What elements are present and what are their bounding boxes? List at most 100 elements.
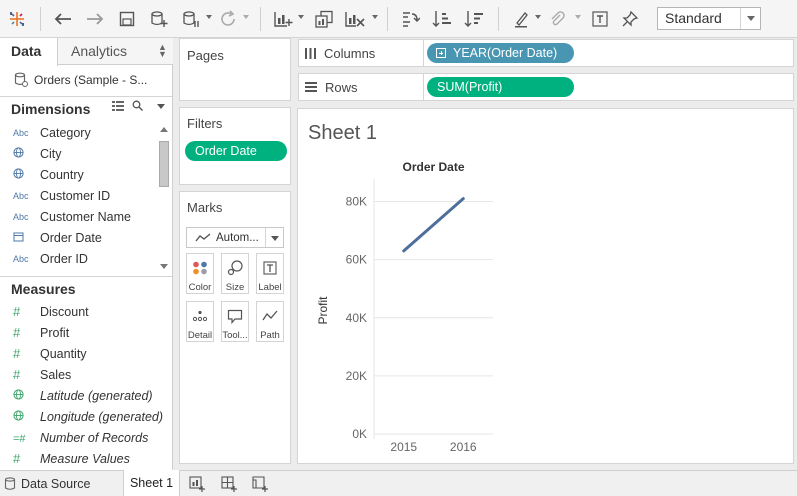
mark-type-select[interactable]: Autom... xyxy=(186,227,284,248)
attach-icon[interactable] xyxy=(546,6,568,32)
field-item[interactable]: # Measure Values xyxy=(0,448,158,469)
number-type-icon: # xyxy=(13,451,21,466)
marks-color-button[interactable]: Color xyxy=(186,253,214,294)
field-item[interactable]: Abc Customer ID xyxy=(0,185,158,206)
columns-pill-label: YEAR(Order Date) xyxy=(453,46,558,60)
text-label-icon[interactable] xyxy=(589,6,611,32)
save-icon[interactable] xyxy=(116,6,138,32)
new-story-tab-icon[interactable] xyxy=(252,476,268,495)
pin-icon[interactable] xyxy=(619,6,641,32)
field-item[interactable]: Abc Order ID xyxy=(0,248,158,269)
field-item[interactable]: Abc Customer Name xyxy=(0,206,158,227)
marks-color-label: Color xyxy=(188,282,212,293)
field-item[interactable]: Latitude (generated) xyxy=(0,385,158,406)
field-item[interactable]: City xyxy=(0,143,158,164)
columns-pill-year-order-date[interactable]: YEAR(Order Date) xyxy=(427,43,574,63)
swap-icon[interactable] xyxy=(398,6,422,32)
field-label: Customer ID xyxy=(40,188,111,203)
highlight-icon[interactable] xyxy=(510,6,532,32)
string-type-icon: Abc xyxy=(13,127,29,138)
datasource-name: Orders (Sample - S... xyxy=(34,73,148,87)
field-label: Number of Records xyxy=(40,430,149,445)
tab-sheet-1[interactable]: Sheet 1 xyxy=(123,470,180,496)
scroll-thumb[interactable] xyxy=(159,141,169,187)
string-type-icon: Abc xyxy=(13,211,29,222)
rows-shelf[interactable]: Rows SUM(Profit) xyxy=(298,73,794,101)
sheet-tab-bar: Data Source Sheet 1 xyxy=(0,470,797,496)
field-item[interactable]: # Discount xyxy=(0,301,158,322)
dimensions-menu-icon[interactable] xyxy=(157,104,165,109)
expand-plus-icon[interactable] xyxy=(436,48,446,58)
number-type-icon: # xyxy=(13,367,21,382)
marks-path-label: Path xyxy=(260,330,280,341)
sort-ascending-icon[interactable] xyxy=(430,6,454,32)
rows-icon xyxy=(305,82,317,92)
view-toggle-icon[interactable] xyxy=(112,100,124,114)
marks-size-button[interactable]: Size xyxy=(221,253,249,294)
globe-icon xyxy=(0,409,40,424)
measures-title: Measures xyxy=(11,281,76,297)
tab-analytics[interactable]: Analytics xyxy=(71,38,127,65)
pages-title: Pages xyxy=(187,48,224,63)
sort-descending-icon[interactable] xyxy=(462,6,486,32)
toolbar: Standard xyxy=(0,0,797,38)
filters-card[interactable]: Filters Order Date xyxy=(179,107,291,185)
field-item[interactable]: # Quantity xyxy=(0,343,158,364)
field-item[interactable]: Abc Category xyxy=(0,122,158,143)
clear-sheet-icon[interactable] xyxy=(342,6,368,32)
columns-shelf[interactable]: Columns YEAR(Order Date) xyxy=(298,39,794,67)
y-tick-label: 20K xyxy=(346,369,367,383)
columns-icon xyxy=(305,47,316,59)
datasource-item[interactable]: Orders (Sample - S... xyxy=(14,71,147,89)
globe-icon xyxy=(0,388,40,403)
tableau-logo-icon[interactable] xyxy=(6,6,28,32)
line-mark-icon xyxy=(195,232,211,241)
rows-pill-sum-profit[interactable]: SUM(Profit) xyxy=(427,77,574,97)
datasource-icon xyxy=(14,72,28,87)
tab-data-source-label: Data Source xyxy=(21,476,91,491)
marks-size-label: Size xyxy=(225,282,245,293)
filter-pill-order-date[interactable]: Order Date xyxy=(185,141,287,161)
marks-tooltip-button[interactable]: Tool... xyxy=(221,301,249,342)
new-dashboard-tab-icon[interactable] xyxy=(221,476,237,495)
field-label: Sales xyxy=(40,367,72,382)
marks-detail-button[interactable]: Detail xyxy=(186,301,214,342)
tab-data-source[interactable]: Data Source xyxy=(0,471,90,496)
marks-label-button[interactable]: Label xyxy=(256,253,284,294)
new-worksheet-tab-icon[interactable] xyxy=(189,476,205,495)
field-item[interactable]: # Sales xyxy=(0,364,158,385)
field-item[interactable]: Longitude (generated) xyxy=(0,406,163,427)
new-worksheet-icon[interactable] xyxy=(271,6,295,32)
data-pane: Data Analytics ▲ ▼ Orders (Sample - S... … xyxy=(0,38,173,470)
globe-icon xyxy=(0,147,40,160)
tab-data[interactable]: Data xyxy=(0,38,58,66)
search-icon[interactable] xyxy=(132,100,143,114)
x-tick-label: 2016 xyxy=(450,440,477,454)
field-item[interactable]: =# Number of Records xyxy=(0,427,158,448)
field-item[interactable]: Order Date xyxy=(0,227,158,248)
fit-mode-select[interactable]: Standard xyxy=(657,7,761,30)
field-label: Country xyxy=(40,167,84,182)
duplicate-sheet-icon[interactable] xyxy=(312,6,336,32)
scroll-up-icon[interactable] xyxy=(160,127,168,132)
field-label: Discount xyxy=(40,304,89,319)
number-type-icon: # xyxy=(13,325,21,340)
tooltip-icon xyxy=(222,307,248,325)
number-type-icon: # xyxy=(13,304,21,319)
field-item[interactable]: # Profit xyxy=(0,322,158,343)
refresh-icon[interactable] xyxy=(217,6,239,32)
rows-label: Rows xyxy=(305,74,358,100)
new-datasource-icon[interactable] xyxy=(147,6,171,32)
y-tick-label: 40K xyxy=(346,311,367,325)
field-label: Measure Values xyxy=(40,451,130,466)
pause-updates-icon[interactable] xyxy=(179,6,203,32)
tab-sort-icon[interactable]: ▲ ▼ xyxy=(158,43,167,59)
data-pane-tabs: Data Analytics ▲ ▼ xyxy=(0,38,173,66)
scroll-down-icon[interactable] xyxy=(160,264,168,269)
undo-icon[interactable] xyxy=(52,6,74,32)
marks-path-button[interactable]: Path xyxy=(256,301,284,342)
pages-card[interactable]: Pages xyxy=(179,38,291,101)
redo-icon[interactable] xyxy=(84,6,106,32)
field-item[interactable]: Country xyxy=(0,164,158,185)
dimensions-scrollbar[interactable] xyxy=(157,123,171,275)
